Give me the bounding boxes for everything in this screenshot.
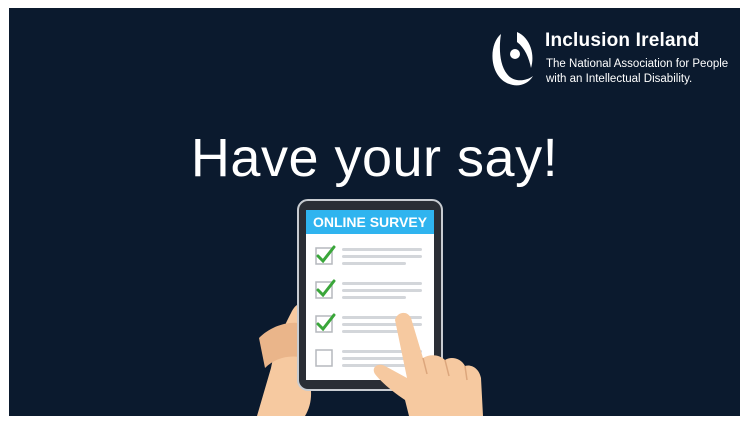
placeholder-text-line (342, 255, 422, 258)
placeholder-text-line (342, 262, 406, 265)
banner: Inclusion Ireland The National Associati… (9, 8, 740, 416)
survey-header-text: ONLINE SURVEY (313, 214, 428, 230)
placeholder-text-line (342, 296, 406, 299)
placeholder-text-line (342, 248, 422, 251)
placeholder-text-line (342, 289, 422, 292)
survey-illustration: ONLINE SURVEY (257, 199, 483, 416)
placeholder-text-line (342, 330, 406, 333)
placeholder-text-line (342, 282, 422, 285)
checkbox (315, 349, 333, 367)
placeholder-text-line (342, 364, 406, 367)
